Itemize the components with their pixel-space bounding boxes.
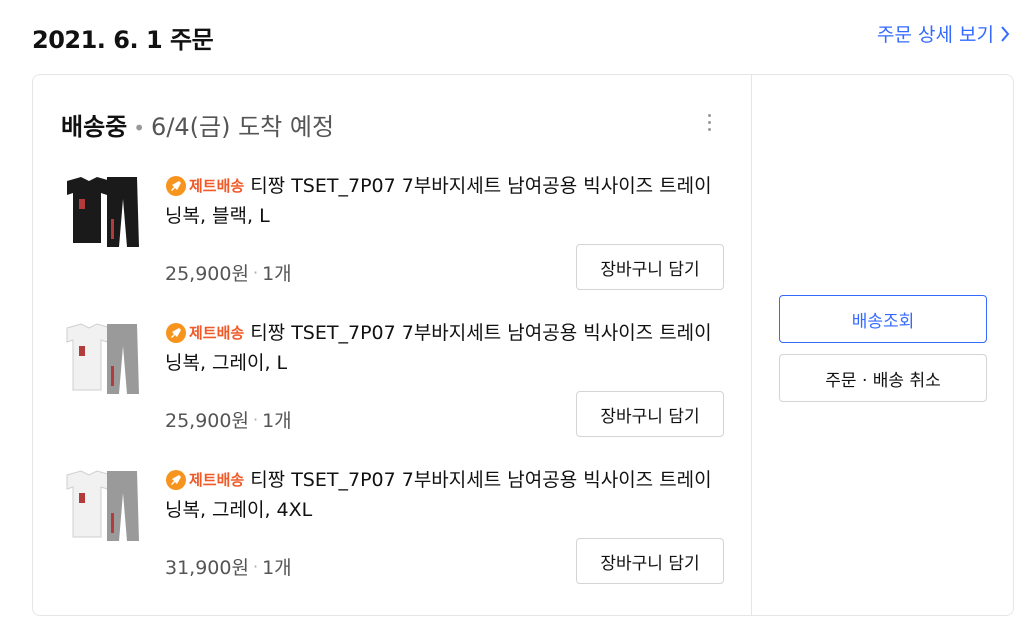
rocket-delivery-badge: 제트배송 — [165, 171, 244, 201]
add-to-cart-button[interactable]: 장바구니 담기 — [576, 538, 724, 584]
rocket-icon — [166, 470, 186, 490]
product-title-text: 티짱 TSET_7P07 7부바지세트 남여공용 빅사이즈 트레이닝복, 블랙,… — [165, 175, 712, 227]
price-quantity: 31,900원 · 1개 — [165, 553, 292, 580]
order-card: 배송중 • 6/4(금) 도착 예정 제트배송 티짱 TSET_7P07 7부바… — [32, 74, 1014, 616]
rocket-delivery-badge: 제트배송 — [165, 465, 244, 495]
order-item: 제트배송 티짱 TSET_7P07 7부바지세트 남여공용 빅사이즈 트레이닝복… — [61, 467, 741, 607]
order-date-title: 2021. 6. 1 주문 — [32, 26, 214, 54]
order-item: 제트배송 티짱 TSET_7P07 7부바지세트 남여공용 빅사이즈 트레이닝복… — [61, 320, 741, 460]
rocket-icon — [166, 323, 186, 343]
badge-label: 제트배송 — [189, 177, 245, 195]
item-price: 31,900원 — [165, 557, 249, 579]
price-separator: · — [252, 410, 259, 429]
product-title[interactable]: 제트배송 티짱 TSET_7P07 7부바지세트 남여공용 빅사이즈 트레이닝복… — [165, 318, 725, 378]
item-quantity: 1개 — [262, 557, 292, 579]
product-thumbnail[interactable] — [61, 467, 145, 551]
price-quantity: 25,900원 · 1개 — [165, 406, 292, 433]
item-quantity: 1개 — [262, 263, 292, 285]
item-quantity: 1개 — [262, 410, 292, 432]
badge-label: 제트배송 — [189, 324, 245, 342]
order-actions-panel: 배송조회 주문 · 배송 취소 — [752, 75, 1013, 615]
order-item: 제트배송 티짱 TSET_7P07 7부바지세트 남여공용 빅사이즈 트레이닝복… — [61, 173, 741, 313]
cancel-order-button[interactable]: 주문 · 배송 취소 — [779, 354, 987, 402]
item-price: 25,900원 — [165, 263, 249, 285]
rocket-delivery-badge: 제트배송 — [165, 318, 244, 348]
item-price: 25,900원 — [165, 410, 249, 432]
product-title[interactable]: 제트배송 티짱 TSET_7P07 7부바지세트 남여공용 빅사이즈 트레이닝복… — [165, 465, 725, 525]
order-detail-label: 주문 상세 보기 — [877, 24, 994, 46]
add-to-cart-button[interactable]: 장바구니 담기 — [576, 391, 724, 437]
badge-label: 제트배송 — [189, 471, 245, 489]
product-thumbnail[interactable] — [61, 320, 145, 404]
shipment-panel: 배송중 • 6/4(금) 도착 예정 제트배송 티짱 TSET_7P07 7부바… — [33, 75, 752, 615]
track-delivery-button[interactable]: 배송조회 — [779, 295, 987, 343]
order-detail-link[interactable]: 주문 상세 보기 — [877, 20, 1010, 47]
more-vertical-icon[interactable] — [697, 107, 721, 137]
rocket-icon — [166, 176, 186, 196]
shipment-status: 배송중 — [61, 113, 128, 141]
status-separator: • — [133, 116, 146, 140]
shipment-status-row: 배송중 • 6/4(금) 도착 예정 — [61, 107, 334, 142]
price-separator: · — [252, 557, 259, 576]
product-title-text: 티짱 TSET_7P07 7부바지세트 남여공용 빅사이즈 트레이닝복, 그레이… — [165, 322, 712, 374]
product-title-text: 티짱 TSET_7P07 7부바지세트 남여공용 빅사이즈 트레이닝복, 그레이… — [165, 469, 712, 521]
product-title[interactable]: 제트배송 티짱 TSET_7P07 7부바지세트 남여공용 빅사이즈 트레이닝복… — [165, 171, 725, 231]
price-quantity: 25,900원 · 1개 — [165, 259, 292, 286]
shipment-eta: 6/4(금) 도착 예정 — [151, 113, 335, 141]
chevron-right-icon — [1001, 25, 1010, 42]
product-thumbnail[interactable] — [61, 173, 145, 257]
add-to-cart-button[interactable]: 장바구니 담기 — [576, 244, 724, 290]
price-separator: · — [252, 263, 259, 282]
